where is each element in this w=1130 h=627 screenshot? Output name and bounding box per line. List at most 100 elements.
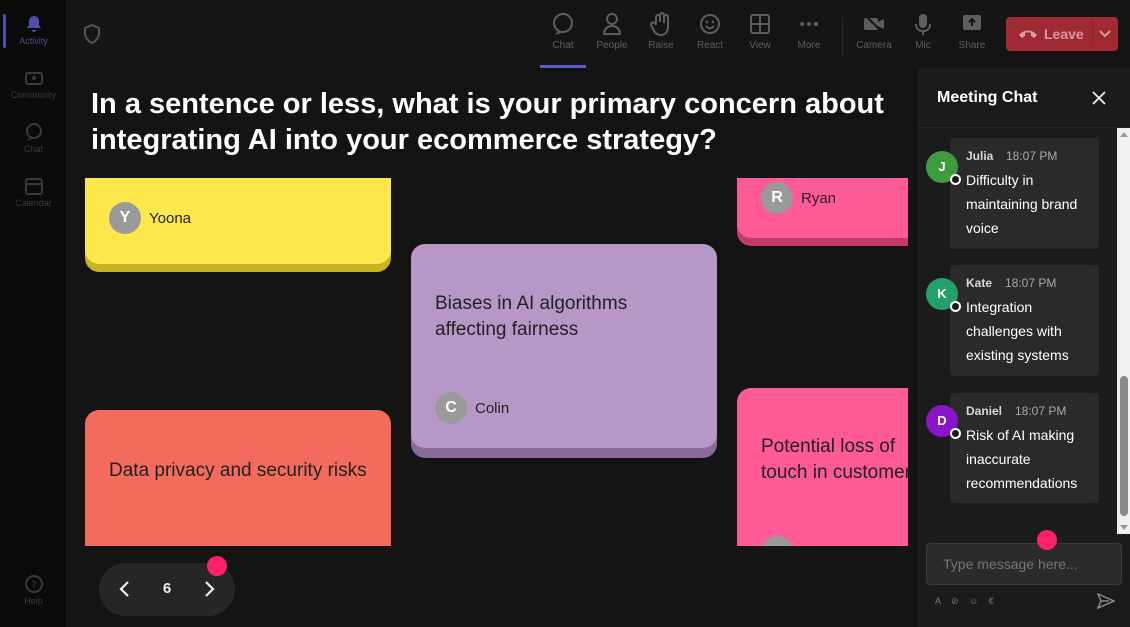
leave-button[interactable]: Leave xyxy=(1006,17,1118,51)
chevron-left-icon[interactable] xyxy=(113,577,137,601)
cards-area: Y Yoona Biases in AI algorithms affectin… xyxy=(67,178,908,546)
rail-item-community[interactable]: Community xyxy=(0,60,67,110)
board-stage: In a sentence or less, what is your prim… xyxy=(67,68,918,627)
chevron-down-icon[interactable] xyxy=(1098,26,1112,40)
avatar: C xyxy=(435,392,467,424)
camera-off-icon xyxy=(864,14,884,34)
bell-icon xyxy=(26,16,41,32)
message-text: Difficulty in maintaining brand voice xyxy=(966,172,1078,236)
author-name: Ryan xyxy=(801,190,837,207)
people-button[interactable]: People xyxy=(589,10,635,62)
share-button-label: Share xyxy=(958,40,986,51)
rail-item-label: Activity xyxy=(19,36,48,46)
chevron-right-icon[interactable] xyxy=(197,577,221,601)
notification-dot xyxy=(207,556,227,576)
idea-card[interactable]: R Ryan xyxy=(737,178,908,238)
rail-item-label: Calendar xyxy=(15,198,52,208)
rail-item-calendar[interactable]: Calendar xyxy=(0,168,67,218)
calendar-icon xyxy=(24,178,43,195)
mic-button[interactable]: Mic xyxy=(900,10,946,62)
raise-hand-button[interactable]: Raise xyxy=(638,10,684,62)
more-button[interactable]: More xyxy=(786,10,832,62)
more-dots-icon xyxy=(800,22,818,26)
community-icon xyxy=(24,72,43,85)
chat-message: Kate 18:07 PM Integration challenges wit… xyxy=(950,265,1099,376)
rail-item-label: Help xyxy=(24,596,43,606)
rail-item-help[interactable]: ? Help xyxy=(0,566,67,616)
rail-item-label: Community xyxy=(10,90,57,100)
avatar: R xyxy=(761,182,793,214)
message-author: Daniel xyxy=(966,404,1003,418)
card-text: Potential loss of touch in customer xyxy=(761,436,908,483)
message-time: 18:07 PM xyxy=(1006,149,1058,163)
chat-message: Daniel 18:07 PM Risk of AI making inaccu… xyxy=(950,393,1099,503)
message-time: 18:07 PM xyxy=(1015,404,1067,418)
chat-button-label: Chat xyxy=(552,40,574,51)
share-button[interactable]: Share xyxy=(949,10,995,62)
people-icon xyxy=(602,13,622,35)
raise-button-label: Raise xyxy=(648,40,674,51)
react-button[interactable]: React xyxy=(687,10,733,62)
chat-message-input[interactable] xyxy=(926,543,1122,585)
meeting-toolbar: Chat People Raise React View More Camera… xyxy=(67,0,1130,68)
author-name: Colin xyxy=(475,400,510,417)
close-icon[interactable] xyxy=(1091,90,1107,106)
board-question: In a sentence or less, what is your prim… xyxy=(91,88,884,156)
phone-hangup-icon xyxy=(1019,30,1037,38)
idea-card[interactable]: Biases in AI algorithms affecting fairne… xyxy=(411,244,717,448)
share-screen-icon xyxy=(963,15,981,30)
leave-button-label: Leave xyxy=(1044,26,1084,42)
view-button-label: View xyxy=(749,40,771,51)
chat-message-list: Julia 18:07 PM Difficulty in maintaining… xyxy=(919,130,1117,534)
camera-button[interactable]: Camera xyxy=(851,10,897,62)
message-author: Julia xyxy=(966,149,994,163)
camera-button-label: Camera xyxy=(856,40,892,51)
app-rail: Activity Community Chat Calendar ? Help xyxy=(0,0,67,627)
svg-text:?: ? xyxy=(31,580,36,591)
microphone-icon xyxy=(915,14,931,35)
leave-divider xyxy=(1092,21,1093,47)
chat-icon xyxy=(25,123,42,141)
avatar: K xyxy=(926,278,961,312)
avatar xyxy=(761,536,793,546)
message-text: Risk of AI making inaccurate recommendat… xyxy=(966,427,1078,491)
chat-scrollbar[interactable] xyxy=(1117,128,1130,534)
grid-icon xyxy=(750,14,770,34)
notification-dot xyxy=(1037,530,1057,550)
message-author: Kate xyxy=(966,276,993,290)
people-button-label: People xyxy=(596,40,628,51)
rail-item-activity[interactable]: Activity xyxy=(0,6,67,56)
page-number: 6 xyxy=(162,580,172,597)
toolbar-divider xyxy=(842,18,843,56)
chat-header: Meeting Chat xyxy=(919,68,1130,128)
rail-item-chat[interactable]: Chat xyxy=(0,114,67,164)
hand-icon xyxy=(650,12,669,36)
avatar-initial: J xyxy=(938,159,946,174)
format-tools[interactable]: A ⊘ ☺ € xyxy=(935,596,998,607)
view-button[interactable]: View xyxy=(737,10,783,62)
more-button-label: More xyxy=(797,40,821,51)
chat-message: Julia 18:07 PM Difficulty in maintaining… xyxy=(950,138,1099,249)
avatar-initial: D xyxy=(937,413,947,428)
scroll-up-arrow-icon[interactable] xyxy=(1120,131,1128,139)
idea-card[interactable]: Data privacy and security risks xyxy=(85,410,391,546)
card-text: Biases in AI algorithms affecting fairne… xyxy=(435,293,628,340)
help-icon: ? xyxy=(24,575,43,593)
scroll-down-arrow-icon[interactable] xyxy=(1120,523,1128,531)
send-icon[interactable] xyxy=(1097,593,1115,609)
idea-card[interactable]: Potential loss of touch in customer xyxy=(737,388,908,546)
message-text: Integration challenges with existing sys… xyxy=(966,299,1069,363)
scrollbar-thumb[interactable] xyxy=(1120,376,1128,516)
shield-icon[interactable] xyxy=(83,24,101,44)
chat-button[interactable]: Chat xyxy=(540,10,586,68)
avatar: D xyxy=(926,405,961,439)
rail-item-label: Chat xyxy=(23,144,43,154)
chat-icon xyxy=(553,13,573,35)
status-indicator xyxy=(950,428,961,439)
meeting-chat-panel: Meeting Chat Julia 18:07 PM Difficulty i… xyxy=(918,68,1130,627)
status-indicator xyxy=(950,301,961,312)
idea-card[interactable]: Y Yoona xyxy=(85,178,391,264)
avatar-initial: K xyxy=(937,286,947,301)
card-text: Data privacy and security risks xyxy=(109,460,367,481)
avatar: Y xyxy=(109,202,141,234)
